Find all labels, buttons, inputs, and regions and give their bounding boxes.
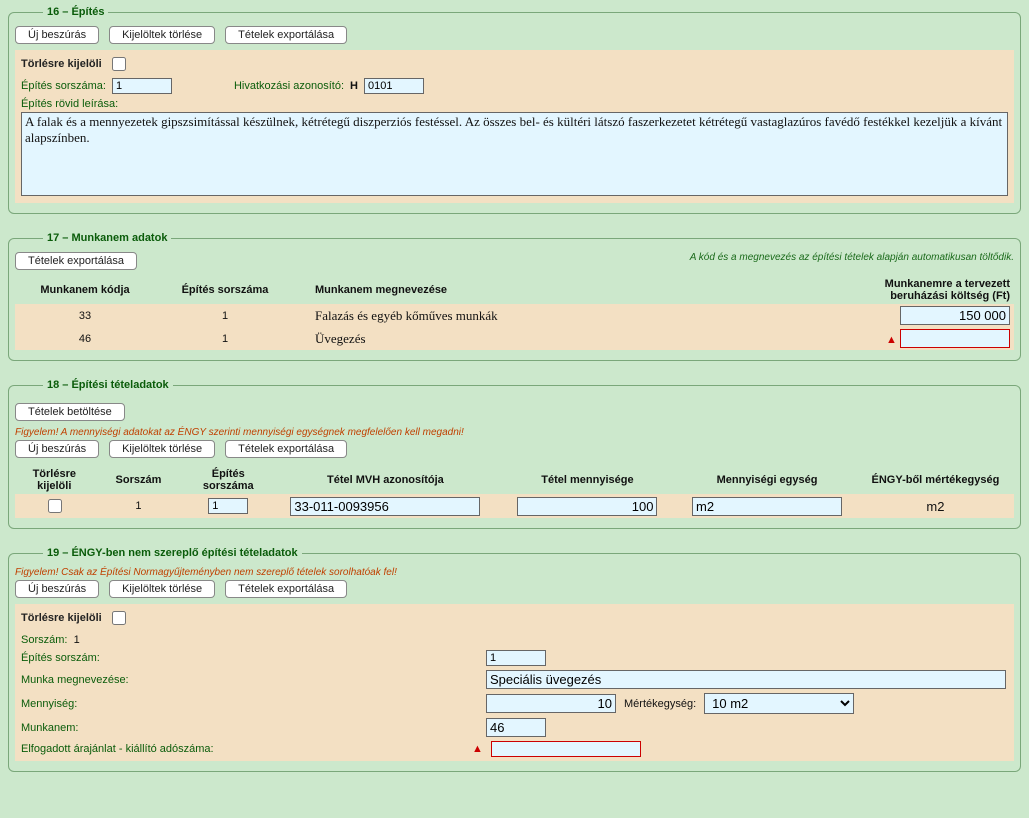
section-17-munkanem: 17 – Munkanem adatok Tételek exportálása… [8, 232, 1021, 361]
mark-delete-label-19: Törlésre kijelöli [21, 612, 102, 624]
col-name: Munkanem megnevezése [295, 276, 824, 304]
cost-input[interactable] [900, 306, 1010, 325]
mark-delete-checkbox-19[interactable] [112, 611, 126, 625]
ref-h-prefix: H [350, 80, 358, 92]
section-18-tetelek: 18 – Építési tételadatok Tételek betölté… [8, 379, 1021, 529]
desc-label: Építés rövid leírása: [21, 98, 1008, 110]
mun-input-19[interactable] [486, 718, 546, 737]
cell-code: 33 [15, 304, 155, 327]
export-items-button-19[interactable]: Tételek exportálása [225, 580, 347, 598]
tax-label-19: Elfogadott árajánlat - kiállító adószáma… [21, 743, 486, 755]
col-mark: Törlésre kijelöli [15, 466, 94, 494]
col-cost: Munkanemre a tervezett beruházási költsé… [824, 276, 1014, 304]
col-engy: ÉNGY-ből mértékegység [857, 466, 1014, 494]
cell-seq: 1 [155, 304, 295, 327]
col-code: Munkanem kódja [15, 276, 155, 304]
cell-name: Falazás és egyéb kőműves munkák [295, 304, 824, 327]
load-items-button[interactable]: Tételek betöltése [15, 403, 125, 421]
new-insert-button-18[interactable]: Új beszúrás [15, 440, 99, 458]
col-unit: Mennyiségi egység [677, 466, 857, 494]
cell-seq: 1 [155, 327, 295, 350]
wname-label-19: Munka megnevezése: [21, 674, 486, 686]
warn-19: Figyelem! Csak az Építési Normagyűjtemén… [15, 567, 1014, 578]
ref-id-input[interactable] [364, 78, 424, 94]
error-icon: ▲ [886, 334, 897, 346]
error-icon: ▲ [472, 743, 483, 755]
row-mvh-input[interactable] [290, 497, 480, 516]
delete-selected-button-18[interactable]: Kijelöltek törlése [109, 440, 215, 458]
mark-delete-checkbox[interactable] [112, 57, 126, 71]
legend-16: 16 – Építés [43, 6, 108, 18]
bseq-input-19[interactable] [486, 650, 546, 666]
tax-input-19[interactable] [491, 741, 641, 757]
warn-18: Figyelem! A mennyiségi adatokat az ÉNGY … [15, 427, 1014, 438]
row-qty-input[interactable] [517, 497, 657, 516]
tetel-table: Törlésre kijelöli Sorszám Építés sorszám… [15, 466, 1014, 518]
col-mvh: Tétel MVH azonosítója [273, 466, 497, 494]
delete-selected-button-19[interactable]: Kijelöltek törlése [109, 580, 215, 598]
ref-id-label: Hivatkozási azonosító: [234, 80, 344, 92]
col-seq: Építés sorszáma [155, 276, 295, 304]
seq-label-19: Sorszám: 1 [21, 634, 486, 646]
cost-input[interactable] [900, 329, 1010, 348]
row-bseq-input[interactable] [208, 498, 248, 514]
unit-label-19: Mértékegység: [624, 698, 696, 710]
delete-selected-button[interactable]: Kijelöltek törlése [109, 26, 215, 44]
wname-input-19[interactable] [486, 670, 1006, 689]
build-seq-label: Építés sorszáma: [21, 80, 106, 92]
export-items-button-17[interactable]: Tételek exportálása [15, 252, 137, 270]
unit-select-19[interactable]: 10 m2 [704, 693, 854, 714]
build-seq-input[interactable] [112, 78, 172, 94]
col-seq: Sorszám [94, 466, 184, 494]
table-row: 1 m2 [15, 494, 1014, 518]
qty-input-19[interactable] [486, 694, 616, 713]
col-bseq: Építés sorszáma [183, 466, 273, 494]
export-items-button-18[interactable]: Tételek exportálása [225, 440, 347, 458]
cell-name: Üvegezés [295, 327, 824, 350]
mark-row-checkbox[interactable] [48, 499, 62, 513]
section-19-engy: 19 – ÉNGY-ben nem szereplő építési tétel… [8, 547, 1021, 772]
new-insert-button-19[interactable]: Új beszúrás [15, 580, 99, 598]
table-row: 461Üvegezés ▲ [15, 327, 1014, 350]
export-items-button[interactable]: Tételek exportálása [225, 26, 347, 44]
row-unit-input[interactable] [692, 497, 842, 516]
mark-delete-label: Törlésre kijelöli [21, 58, 102, 70]
qty-label-19: Mennyiség: [21, 698, 486, 710]
desc-textarea[interactable]: A falak és a mennyezetek gipszsimítással… [21, 112, 1008, 196]
row-seq: 1 [94, 494, 184, 518]
row-engy: m2 [857, 494, 1014, 518]
mun-label-19: Munkanem: [21, 722, 486, 734]
col-qty: Tétel mennyisége [498, 466, 678, 494]
table-row: 331Falazás és egyéb kőműves munkák [15, 304, 1014, 327]
auto-fill-note: A kód és a megnevezés az építési tételek… [690, 252, 1014, 263]
new-insert-button[interactable]: Új beszúrás [15, 26, 99, 44]
legend-18: 18 – Építési tételadatok [43, 379, 173, 391]
section-16-epites: 16 – Építés Új beszúrás Kijelöltek törlé… [8, 6, 1021, 214]
bseq-label-19: Építés sorszám: [21, 652, 486, 664]
cell-code: 46 [15, 327, 155, 350]
legend-17: 17 – Munkanem adatok [43, 232, 171, 244]
munkanem-table: Munkanem kódja Építés sorszáma Munkanem … [15, 276, 1014, 350]
legend-19: 19 – ÉNGY-ben nem szereplő építési tétel… [43, 547, 302, 559]
